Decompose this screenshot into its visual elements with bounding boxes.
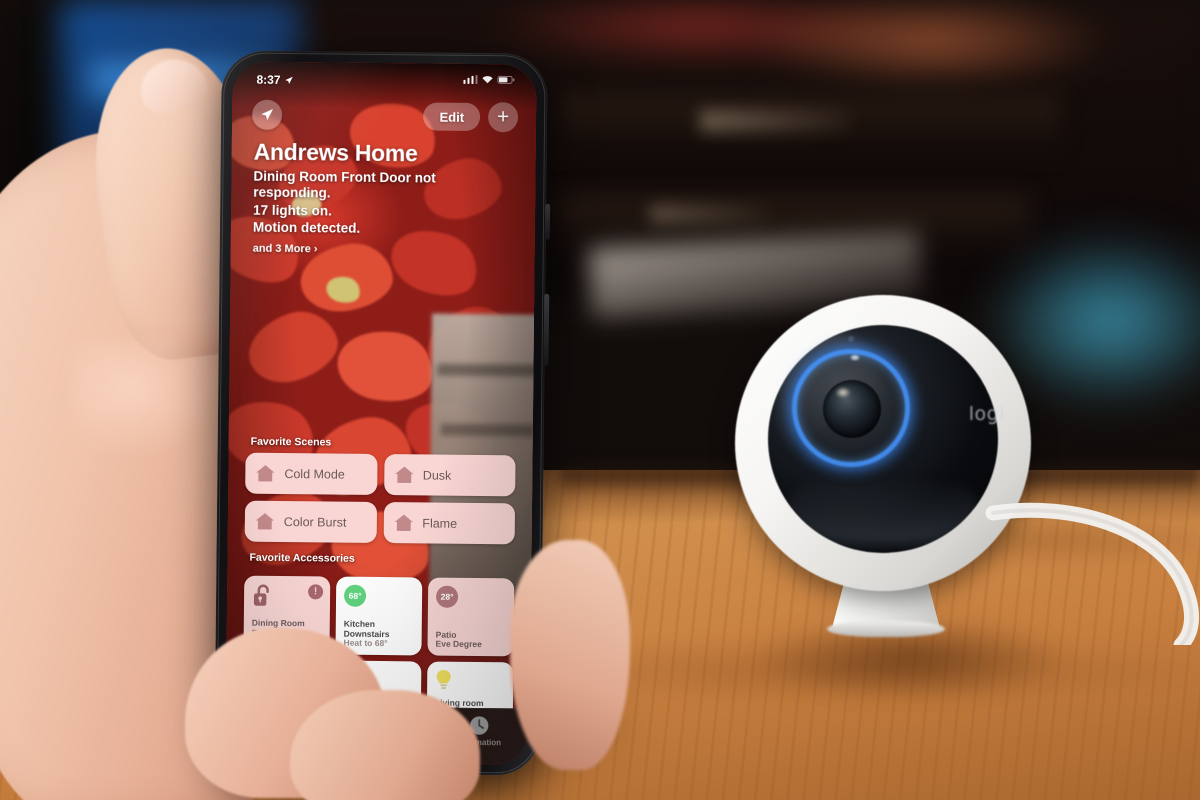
camera-stand-base: [827, 621, 945, 637]
lens-specular-highlight: [835, 387, 851, 398]
camera-power-cable: [985, 502, 1200, 645]
shelf-object-upper: [700, 110, 850, 132]
hand-fingers-foreground: [0, 10, 630, 800]
photograph-scene: logi 8:37 Edit + Andrews Home Dining Roo…: [0, 0, 1200, 800]
logitech-circle-2-camera: logi: [735, 295, 1200, 665]
camera-lens: [823, 380, 881, 438]
glass-reflection: [788, 465, 978, 545]
logi-brand-logo: logi: [968, 403, 1005, 425]
supporting-finger: [510, 540, 630, 770]
middle-finger: [290, 690, 480, 800]
camera-microphone-icon: [848, 336, 854, 342]
shelf-object-lower: [650, 205, 770, 223]
